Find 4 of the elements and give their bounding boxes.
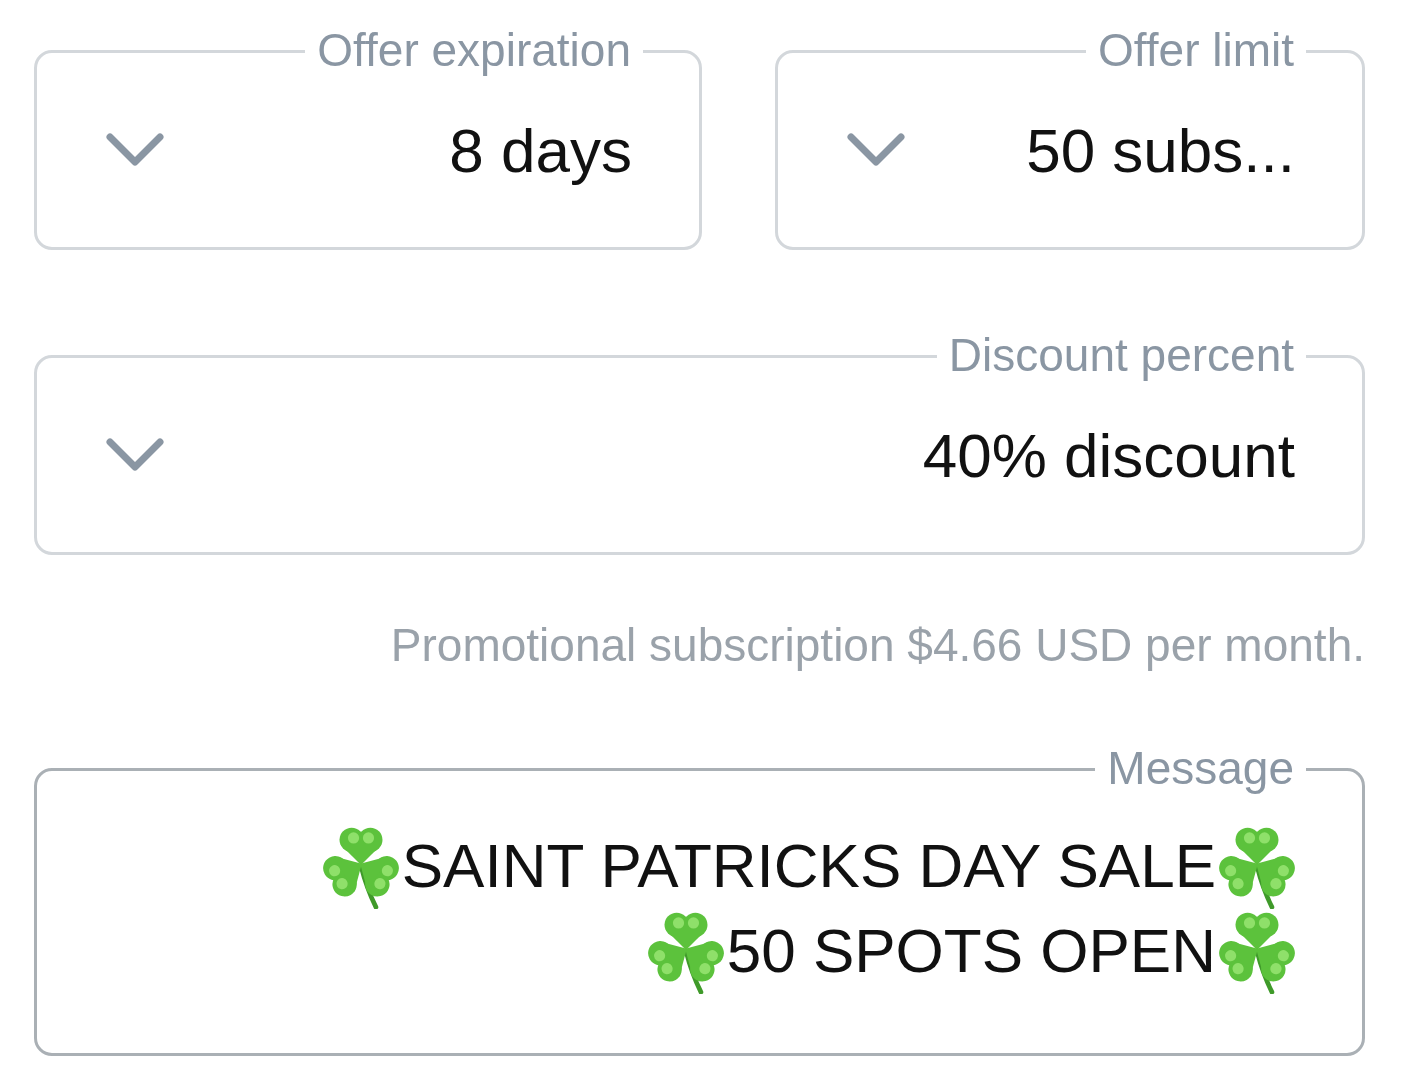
helper-text: Promotional subscription $4.66 USD per month. — [390, 618, 1365, 673]
chevron-down-icon — [105, 437, 165, 473]
chevron-down-icon — [105, 132, 165, 168]
chevron-down-icon — [846, 132, 906, 168]
